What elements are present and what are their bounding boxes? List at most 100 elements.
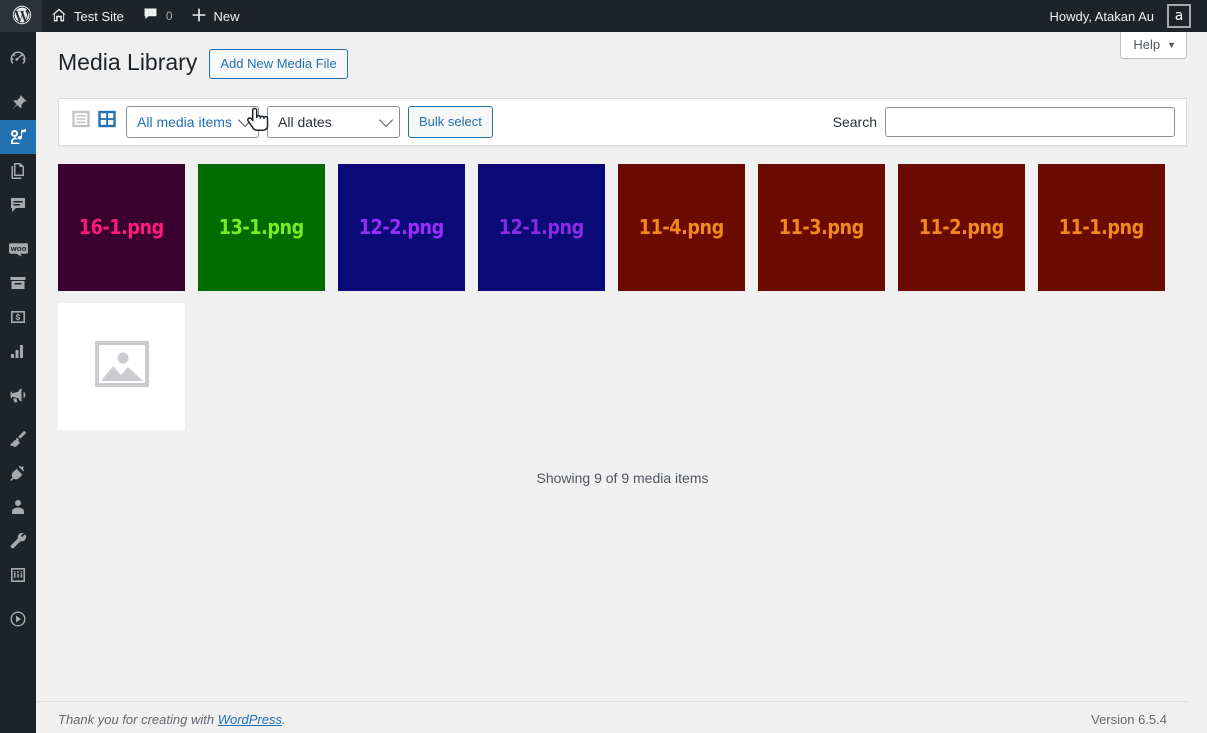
howdy-label: Howdy, Atakan Au (1049, 8, 1154, 24)
date-filter-select[interactable]: All dates (267, 105, 400, 138)
wordpress-link[interactable]: WordPress (218, 712, 282, 727)
comment-bubble-icon (142, 6, 159, 26)
footer-thanks-suffix: . (282, 712, 286, 727)
attachment-item[interactable]: 11-2.png (898, 163, 1025, 291)
content-area: Help ▼ Media Library Add New Media File (36, 32, 1207, 733)
attachment-thumb: 16-1.png (58, 163, 185, 291)
woo-bubble-icon: WOO (8, 239, 29, 260)
help-tab-button[interactable]: Help ▼ (1120, 32, 1187, 59)
media-toolbar: All media items All dates Bulk select Se… (58, 97, 1187, 146)
attachment-thumb: 11-2.png (898, 163, 1025, 291)
menu-spacer (0, 368, 36, 378)
sidebar-item-plugins[interactable] (0, 456, 36, 490)
media-type-filter-select[interactable]: All media items (126, 105, 259, 138)
list-view-button[interactable] (70, 111, 92, 133)
my-account-button[interactable]: Howdy, Atakan Au a (1040, 0, 1200, 32)
attachment-item[interactable]: 16-1.png (58, 163, 185, 291)
menu-spacer (0, 222, 36, 232)
site-name-label: Test Site (74, 8, 124, 24)
menu-spacer (0, 412, 36, 422)
new-content-button[interactable]: New (182, 0, 249, 32)
pages-icon (8, 161, 28, 181)
sidebar-item-comments[interactable] (0, 188, 36, 222)
media-camera-music-icon (8, 127, 28, 147)
footer-version: Version 6.5.4 (1091, 712, 1167, 727)
attachments-grid: 16-1.png 13-1.png 12-2.png 12-1.png 11-4.png… (58, 163, 1187, 430)
comments-button[interactable]: 0 (133, 0, 182, 32)
admin-footer: Thank you for creating with WordPress. V… (36, 701, 1187, 733)
archive-box-icon (8, 273, 28, 293)
megaphone-icon (8, 385, 28, 405)
bar-chart-icon (8, 341, 28, 361)
sidebar-item-users[interactable] (0, 490, 36, 524)
avatar: a (1167, 4, 1191, 28)
attachment-item[interactable]: 13-1.png (198, 163, 325, 291)
sidebar-item-settings[interactable] (0, 558, 36, 592)
grid-view-button[interactable] (96, 111, 118, 133)
footer-thankyou: Thank you for creating with WordPress. (58, 712, 286, 727)
attachment-item[interactable]: 12-2.png (338, 163, 465, 291)
svg-text:WOO: WOO (10, 246, 26, 252)
sidebar-item-woocommerce[interactable]: WOO (0, 232, 36, 266)
menu-spacer (0, 32, 36, 42)
sidebar-item-posts[interactable] (0, 86, 36, 120)
attachment-thumb: 13-1.png (198, 163, 325, 291)
attachment-item[interactable]: 11-1.png (1038, 163, 1165, 291)
attachment-filename: 16-1.png (79, 215, 164, 240)
attachment-filename: 11-3.png (779, 215, 864, 240)
sidebar-item-tools[interactable] (0, 524, 36, 558)
attachment-item[interactable]: 12-1.png (478, 163, 605, 291)
bulk-select-button[interactable]: Bulk select (408, 105, 493, 138)
comments-count: 0 (165, 9, 173, 23)
footer-thanks-prefix: Thank you for creating with (58, 712, 218, 727)
dollar-card-icon (8, 307, 28, 327)
sidebar-item-products[interactable] (0, 266, 36, 300)
sidebar-item-pages[interactable] (0, 154, 36, 188)
plus-icon (191, 7, 207, 26)
search-area: Search (832, 106, 1175, 137)
attachment-item[interactable]: 11-3.png (758, 163, 885, 291)
page-title: Media Library (58, 49, 198, 76)
sidebar-item-payments[interactable] (0, 300, 36, 334)
attachment-filename: 11-1.png (1059, 215, 1144, 240)
image-placeholder-icon (94, 337, 149, 396)
page-header: Media Library Add New Media File (58, 32, 1187, 79)
wordpress-logo-button[interactable] (0, 0, 42, 32)
wordpress-logo-icon (12, 5, 32, 28)
collapse-arrow-icon (8, 609, 28, 629)
attachment-thumb: 11-4.png (618, 163, 745, 291)
date-filter-value: All dates (278, 113, 332, 130)
sidebar-item-collapse-menu[interactable] (0, 602, 36, 636)
grid-view-icon (97, 109, 117, 134)
chevron-down-icon: ▼ (1167, 39, 1176, 50)
site-name-button[interactable]: Test Site (42, 0, 133, 32)
menu-spacer (0, 592, 36, 602)
attachment-filename: 11-2.png (919, 215, 1004, 240)
chevron-down-icon (237, 112, 253, 128)
admin-sidebar-menu: WOO (0, 32, 44, 733)
comment-bubble-icon (8, 195, 28, 215)
attachment-thumb: 11-3.png (758, 163, 885, 291)
home-icon (51, 7, 67, 26)
plug-icon (8, 463, 28, 483)
chevron-down-icon (378, 112, 394, 128)
search-label: Search (832, 113, 877, 130)
sidebar-item-marketing[interactable] (0, 378, 36, 412)
sidebar-item-appearance[interactable] (0, 422, 36, 456)
attachment-filename: 12-2.png (359, 215, 444, 240)
attachment-item[interactable]: 11-4.png (618, 163, 745, 291)
sidebar-item-dashboard[interactable] (0, 42, 36, 76)
content-body: Help ▼ Media Library Add New Media File (36, 32, 1207, 486)
search-input[interactable] (885, 106, 1175, 137)
help-label: Help (1133, 37, 1161, 52)
sidebar-item-media[interactable] (0, 120, 44, 154)
wrench-icon (8, 531, 28, 551)
screen-meta-links: Help ▼ (1120, 32, 1187, 59)
paintbrush-icon (8, 429, 28, 449)
attachment-thumb: 12-2.png (338, 163, 465, 291)
attachment-item[interactable] (58, 302, 185, 430)
view-switch (70, 111, 118, 133)
add-new-media-file-button[interactable]: Add New Media File (209, 49, 348, 79)
dashboard-gauge-icon (8, 49, 28, 69)
sidebar-item-analytics[interactable] (0, 334, 36, 368)
